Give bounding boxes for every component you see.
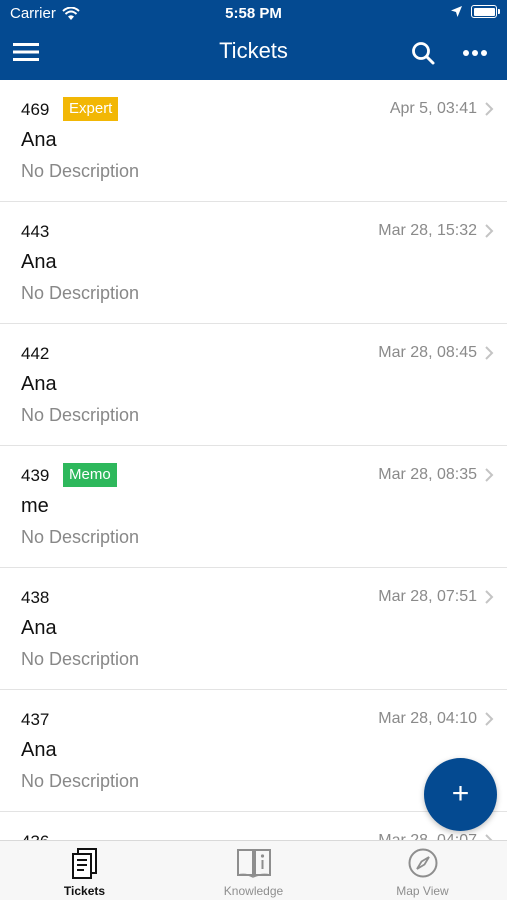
ticket-row[interactable]: 469 Expert Apr 5, 03:41 Ana No Description — [0, 80, 507, 202]
battery-icon — [471, 5, 500, 18]
chevron-right-icon — [485, 346, 494, 360]
add-ticket-button[interactable]: + — [424, 758, 497, 831]
chevron-right-icon — [485, 590, 494, 604]
ticket-name: Ana — [21, 739, 57, 761]
nav-bar: Tickets — [0, 28, 507, 80]
ticket-description: No Description — [21, 161, 140, 181]
ticket-name: me — [21, 495, 49, 517]
ticket-badge: Expert — [63, 97, 119, 121]
tab-knowledge[interactable]: Knowledge — [169, 841, 338, 900]
ticket-date: Apr 5, 03:41 — [389, 100, 477, 117]
chevron-right-icon — [485, 468, 494, 482]
status-right — [450, 5, 500, 18]
ticket-row[interactable]: 443 Mar 28, 15:32 Ana No Description — [0, 202, 507, 324]
chevron-right-icon — [485, 834, 493, 840]
compass-icon — [408, 848, 437, 878]
tab-knowledge-label: Knowledge — [223, 884, 284, 898]
ticket-number: 437 — [21, 710, 50, 729]
chevron-right-icon — [485, 224, 494, 238]
tab-tickets-label: Tickets — [63, 884, 106, 898]
ticket-date: Mar 28, 08:45 — [378, 344, 477, 361]
ticket-number: 443 — [21, 222, 50, 241]
ticket-badge: Memo — [63, 463, 117, 487]
ticket-description: No Description — [21, 527, 140, 547]
ticket-number: 439 — [21, 466, 50, 485]
ticket-number: 438 — [21, 588, 50, 607]
tab-map-view[interactable]: Map View — [338, 841, 507, 900]
book-info-icon — [236, 849, 271, 878]
ticket-description: No Description — [21, 649, 140, 669]
chevron-right-icon — [485, 712, 494, 726]
status-bar: Carrier 5:58 PM — [0, 0, 507, 28]
ticket-date: Mar 28, 15:32 — [378, 222, 477, 239]
chevron-right-icon — [485, 102, 494, 116]
ticket-description: No Description — [21, 771, 140, 791]
ticket-date: Mar 28, 08:35 — [378, 466, 477, 483]
location-arrow-icon — [451, 6, 462, 17]
search-icon[interactable] — [408, 38, 438, 68]
ticket-name: Ana — [21, 251, 57, 273]
ticket-date: Mar 28, 04:10 — [378, 710, 477, 727]
status-time: 5:58 PM — [225, 5, 282, 22]
ticket-row[interactable]: 442 Mar 28, 08:45 Ana No Description — [0, 324, 507, 446]
tab-bar: Tickets Knowledge Map View — [0, 840, 507, 900]
ticket-row[interactable]: 439 Memo Mar 28, 08:35 me No Description — [0, 446, 507, 568]
ticket-name: Ana — [21, 617, 57, 639]
tab-tickets[interactable]: Tickets — [0, 841, 169, 900]
ticket-description: No Description — [21, 405, 140, 425]
ticket-number: 436 — [21, 832, 49, 840]
ticket-date: Mar 28, 07:51 — [378, 588, 477, 605]
ticket-row[interactable]: 438 Mar 28, 07:51 Ana No Description — [0, 568, 507, 690]
more-options-icon[interactable] — [460, 38, 490, 68]
ticket-name: Ana — [21, 373, 57, 395]
ticket-number: 469 — [21, 100, 50, 119]
ticket-number: 442 — [21, 344, 50, 363]
app-header: Carrier 5:58 PM Tickets — [0, 0, 507, 80]
ticket-description: No Description — [21, 283, 140, 303]
ticket-date: Mar 28, 04:07 — [378, 832, 477, 840]
tab-map-view-label: Map View — [396, 884, 449, 898]
tickets-document-icon — [71, 848, 97, 879]
ticket-list[interactable]: 469 Expert Apr 5, 03:41 Ana No Description 44… — [0, 80, 507, 840]
ticket-name: Ana — [21, 129, 57, 151]
